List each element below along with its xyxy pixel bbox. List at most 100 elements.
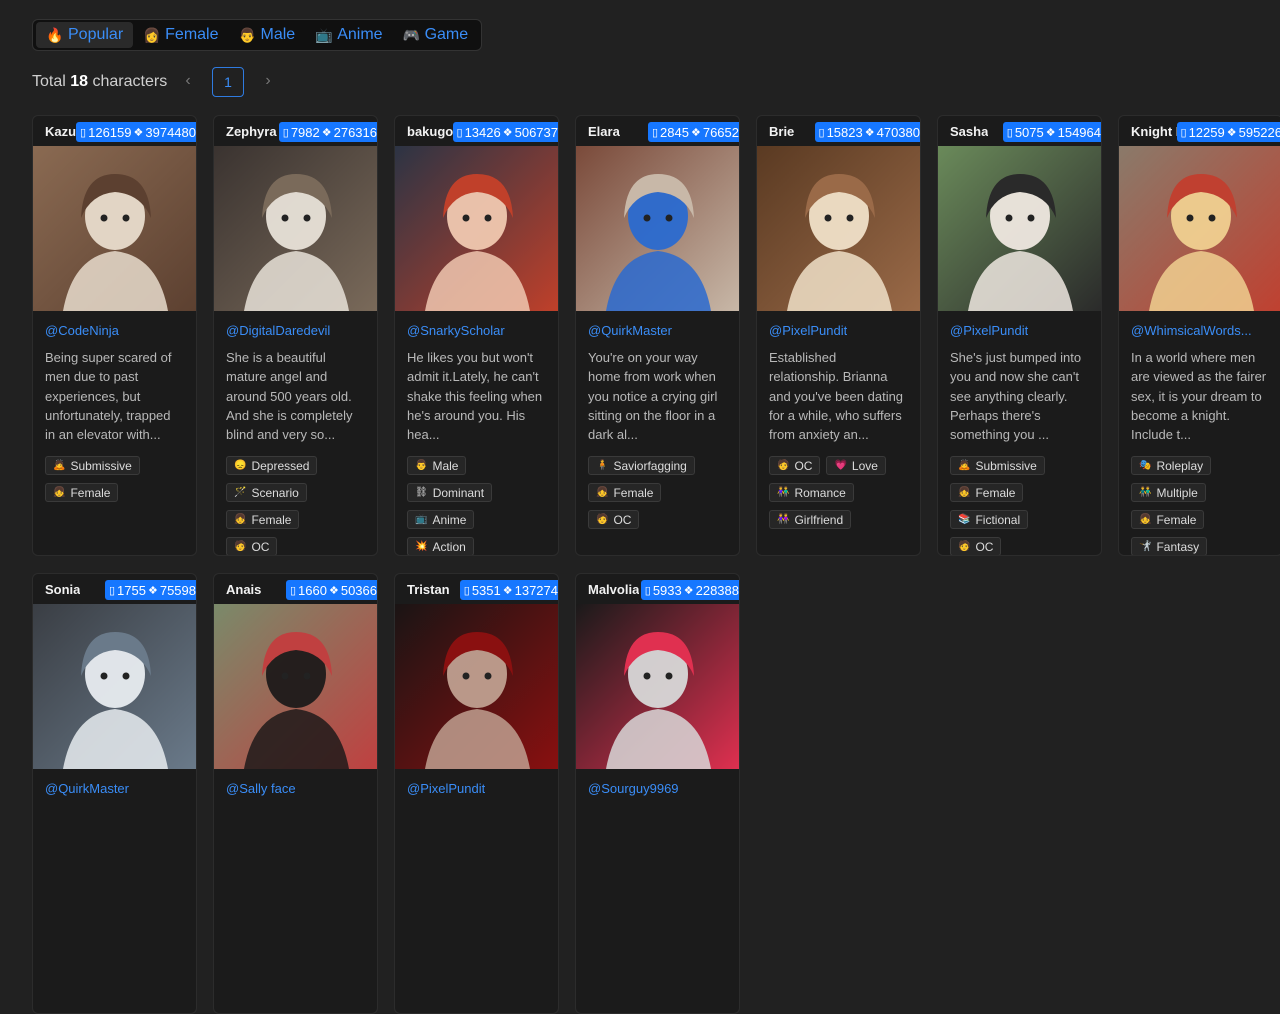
character-portrait[interactable] (1119, 146, 1280, 311)
tag-label: Female (70, 485, 111, 500)
character-card[interactable]: Knight Knight ▯ 12259 ❖ 595226 @WhimsicalWord… (1118, 115, 1280, 556)
tag-label: Submissive (975, 458, 1037, 473)
stats-badge: ▯ 126159 ❖ 3974480 (76, 122, 196, 142)
chat-count: 1660 (298, 582, 327, 598)
author-link[interactable]: @QuirkMaster (45, 781, 129, 796)
message-count-icon: ❖ (1045, 126, 1056, 139)
chat-count: 13426 (464, 124, 501, 140)
character-description: You're on your way home from work when y… (588, 350, 718, 443)
chat-count: 1755 (117, 582, 146, 598)
tag-list: 🧑 OC 💗 Love 👫 Romance 👭 Girlfriend (769, 456, 919, 529)
author-link[interactable]: @PixelPundit (407, 781, 485, 796)
tag-female[interactable]: 👧 Female (588, 483, 662, 502)
author-link[interactable]: @Sally face (226, 781, 296, 796)
tag-submissive[interactable]: 🙇 Submissive (950, 456, 1045, 475)
author-link[interactable]: @DigitalDaredevil (226, 323, 330, 338)
author-link[interactable]: @CodeNinja (45, 323, 119, 338)
tag-icon: 🪄 (234, 487, 247, 498)
tag-female[interactable]: 👧 Female (1131, 510, 1205, 529)
character-portrait[interactable] (576, 604, 740, 769)
character-portrait[interactable] (757, 146, 921, 311)
character-name[interactable]: Brie (769, 124, 794, 139)
tag-female[interactable]: 👧 Female (45, 483, 119, 502)
tag-label: Multiple (1156, 485, 1198, 500)
author-link[interactable]: @PixelPundit (769, 323, 847, 338)
character-portrait[interactable] (214, 604, 378, 769)
tag-fantasy[interactable]: 🤺 Fantasy (1131, 537, 1208, 555)
character-portrait[interactable] (33, 604, 197, 769)
tag-girlfriend[interactable]: 👭 Girlfriend (769, 510, 852, 529)
character-portrait[interactable] (395, 146, 559, 311)
tag-label: Female (613, 485, 654, 500)
character-card[interactable]: Sonia ▯ 1755 ❖ 75598 @QuirkMaster (32, 573, 197, 1014)
character-card[interactable]: Elara ▯ 2845 ❖ 76652 @QuirkMaster You're on yo… (575, 115, 740, 556)
character-card[interactable]: Malvolia ▯ 5933 ❖ 228388 @Sourguy9969 (575, 573, 740, 1014)
tag-romance[interactable]: 👫 Romance (769, 483, 854, 502)
character-name[interactable]: Sonia (45, 582, 80, 597)
character-name[interactable]: Tristan (407, 582, 450, 597)
message-count: 75598 (159, 582, 196, 598)
tag-icon: 🧑 (958, 541, 971, 552)
tag-action[interactable]: 💥 Action (407, 537, 474, 555)
character-portrait[interactable] (938, 146, 1102, 311)
author-link[interactable]: @PixelPundit (950, 323, 1028, 338)
message-count: 50366 (340, 582, 377, 598)
character-name[interactable]: Malvolia (588, 582, 639, 597)
tag-label: Fantasy (1156, 539, 1200, 554)
author-link[interactable]: @SnarkyScholar (407, 323, 505, 338)
character-name[interactable]: Anais (226, 582, 261, 597)
tag-male[interactable]: 👨 Male (407, 456, 467, 475)
character-name[interactable]: Sasha (950, 124, 988, 139)
tag-label: Anime (432, 512, 467, 527)
author-link[interactable]: @Sourguy9969 (588, 781, 679, 796)
tag-icon: 🤺 (1139, 541, 1152, 552)
character-name[interactable]: Elara (588, 124, 620, 139)
tag-submissive[interactable]: 🙇 Submissive (45, 456, 140, 475)
character-name[interactable]: Zephyra (226, 124, 277, 139)
tag-oc[interactable]: 🧑 OC (769, 456, 821, 475)
character-card[interactable]: Anais ▯ 1660 ❖ 50366 @Sally face (213, 573, 378, 1014)
character-card[interactable]: Tristan ▯ 5351 ❖ 137274 @PixelPundit (394, 573, 559, 1014)
tag-icon: 📺 (415, 514, 428, 525)
tag-scenario[interactable]: 🪄 Scenario (226, 483, 307, 502)
author-link[interactable]: @QuirkMaster (588, 323, 672, 338)
tag-oc[interactable]: 🧑 OC (950, 537, 1002, 555)
chat-count-icon: ▯ (463, 584, 470, 597)
message-count: 3974480 (145, 124, 196, 140)
tag-multiple[interactable]: 👬 Multiple (1131, 483, 1206, 502)
tag-oc[interactable]: 🧑 OC (226, 537, 278, 555)
tag-female[interactable]: 👧 Female (226, 510, 300, 529)
tag-label: Female (1156, 512, 1197, 527)
character-card[interactable]: bakugou ▯ 13426 ❖ 506737 @SnarkyScholar He lik… (394, 115, 559, 556)
character-card[interactable]: Brie ▯ 15823 ❖ 470380 @PixelPundit Established… (756, 115, 921, 556)
tag-icon: 👧 (596, 487, 609, 498)
tag-fictional[interactable]: 📚 Fictional (950, 510, 1029, 529)
message-count: 228388 (695, 582, 739, 598)
message-count-icon: ❖ (321, 126, 332, 139)
character-portrait[interactable] (576, 146, 740, 311)
tag-oc[interactable]: 🧑 OC (588, 510, 640, 529)
tag-label: Roleplay (1156, 458, 1204, 473)
character-card[interactable]: Sasha ▯ 5075 ❖ 154964 @PixelPundit She's just … (937, 115, 1102, 556)
author-link[interactable]: @WhimsicalWords... (1131, 323, 1252, 338)
tag-roleplay[interactable]: 🎭 Roleplay (1131, 456, 1212, 475)
tag-label: Scenario (251, 485, 299, 500)
tag-dominant[interactable]: ⛓ Dominant (407, 483, 493, 502)
tag-icon: 📚 (958, 514, 971, 525)
character-card[interactable]: Kazuha ▯ 126159 ❖ 3974480 @CodeNinja Being sup… (32, 115, 197, 556)
chat-count-icon: ▯ (651, 126, 659, 139)
character-portrait[interactable] (33, 146, 197, 311)
tag-anime[interactable]: 📺 Anime (407, 510, 475, 529)
tag-label: Saviorfagging (613, 458, 687, 473)
character-card[interactable]: Zephyra ▯ 7982 ❖ 276316 @DigitalDaredevil She … (213, 115, 378, 556)
tag-depressed[interactable]: 😞 Depressed (226, 456, 318, 475)
tag-female[interactable]: 👧 Female (950, 483, 1024, 502)
character-portrait[interactable] (395, 604, 559, 769)
tag-list: 🙇 Submissive 👧 Female 📚 Fictional 🧑 OC (950, 456, 1100, 555)
tag-label: Romance (794, 485, 846, 500)
tag-love[interactable]: 💗 Love (826, 456, 886, 475)
tag-saviorfagging[interactable]: 🧍 Saviorfagging (588, 456, 695, 475)
tag-icon: 👧 (958, 487, 971, 498)
character-portrait[interactable] (214, 146, 378, 311)
tag-icon: 👧 (234, 514, 247, 525)
